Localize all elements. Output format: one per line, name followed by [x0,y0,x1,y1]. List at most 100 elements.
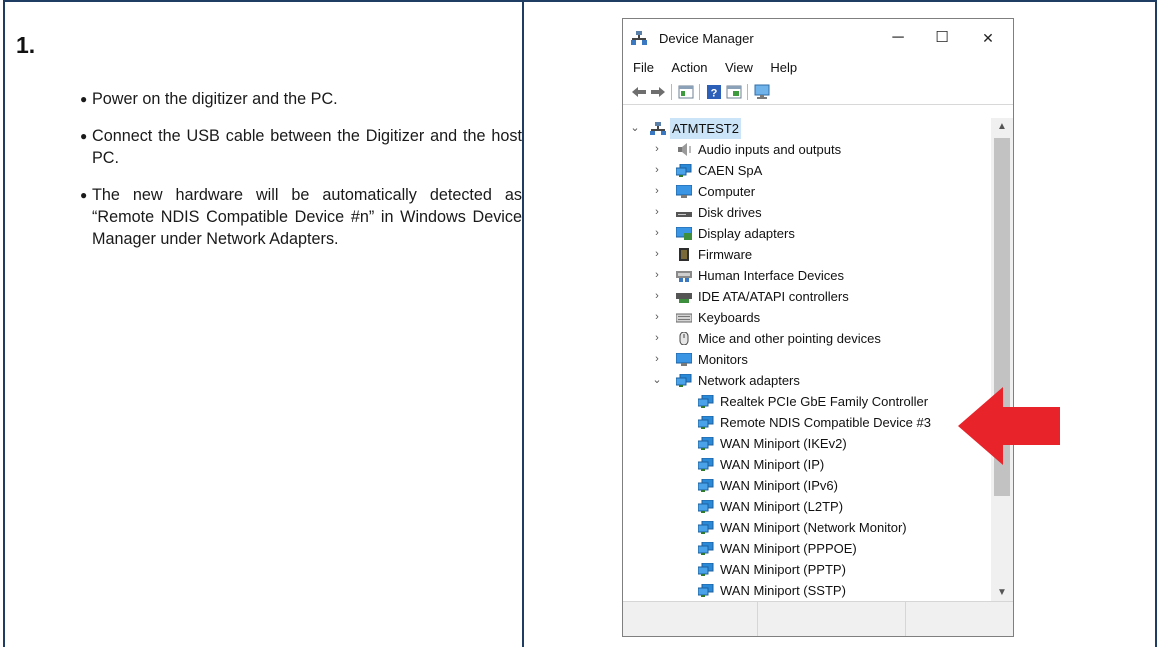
display-adapter-icon [676,227,692,240]
instruction-item: ● Power on the digitizer and the PC. [80,88,522,110]
chevron-right-icon[interactable]: › [652,328,662,349]
network-adapter-icon [698,395,714,408]
network-device-item[interactable]: Realtek PCIe GbE Family Controller [624,391,990,412]
tree-category[interactable]: › CAEN SpA [624,160,990,181]
tree-category[interactable]: › Disk drives [624,202,990,223]
chevron-right-icon[interactable]: › [652,181,662,202]
scan-hardware-icon[interactable] [754,84,770,100]
tree-category-label: Monitors [698,352,748,367]
network-device-item[interactable]: WAN Miniport (IKEv2) [624,433,990,454]
column-divider [522,0,524,647]
svg-text:?: ? [711,88,718,100]
bullet-icon: ● [80,188,88,202]
network-device-label: WAN Miniport (IP) [720,457,825,472]
network-device-item[interactable]: WAN Miniport (SSTP) [624,580,990,601]
tree-category[interactable]: › Firmware [624,244,990,265]
tree-category[interactable]: › IDE ATA/ATAPI controllers [624,286,990,307]
network-adapter-icon [676,164,692,177]
chevron-right-icon[interactable]: › [652,139,662,160]
toolbar-separator [671,84,672,100]
chevron-down-icon[interactable]: ⌄ [630,118,640,139]
menu-action[interactable]: Action [671,57,707,79]
status-pane [758,602,906,636]
step-number: 1. [16,32,36,58]
network-device-item[interactable]: WAN Miniport (IPv6) [624,475,990,496]
instruction-text: Power on the digitizer and the PC. [92,90,338,108]
bullet-icon: ● [80,92,88,106]
tree-category[interactable]: › Computer [624,181,990,202]
chevron-right-icon[interactable]: › [652,223,662,244]
instruction-item: ● Connect the USB cable between the Digit… [80,125,522,169]
network-device-item[interactable]: WAN Miniport (PPPOE) [624,538,990,559]
tree-category[interactable]: › Human Interface Devices [624,265,990,286]
chevron-right-icon[interactable]: › [652,349,662,370]
menu-bar: File Action View Help [623,57,1013,79]
hid-icon [676,271,692,282]
network-device-label: WAN Miniport (IPv6) [720,478,838,493]
tree-category[interactable]: › Display adapters [624,223,990,244]
chevron-right-icon[interactable]: › [652,202,662,223]
device-manager-window: Device Manager ─ ☐ ✕ File Action View He… [622,18,1014,637]
tree-category-label: Network adapters [698,373,800,388]
network-device-label: WAN Miniport (L2TP) [720,499,844,514]
tree-category-label: IDE ATA/ATAPI controllers [698,289,849,304]
network-device-label: Remote NDIS Compatible Device #3 [720,415,931,430]
tree-category-label: Keyboards [698,310,761,325]
tree-category-label: Disk drives [698,205,762,220]
menu-help[interactable]: Help [770,57,797,79]
network-adapter-icon [698,500,714,513]
chevron-right-icon[interactable]: › [652,286,662,307]
chevron-right-icon[interactable]: › [652,160,662,181]
tree-category-label: Mice and other pointing devices [698,331,881,346]
tree-category[interactable]: › Monitors [624,349,990,370]
back-arrow-icon[interactable] [631,84,647,100]
chevron-down-icon[interactable]: ⌄ [652,370,662,391]
network-device-item[interactable]: WAN Miniport (Network Monitor) [624,517,990,538]
scroll-up-icon[interactable]: ▲ [991,118,1013,136]
properties-icon[interactable] [678,84,694,100]
tree-category-expanded[interactable]: ⌄ Network adapters [624,370,990,391]
instruction-item: ● The new hardware will be automatically … [80,184,522,250]
chevron-right-icon[interactable]: › [652,244,662,265]
network-device-label: WAN Miniport (PPPOE) [720,541,857,556]
network-device-item[interactable]: WAN Miniport (L2TP) [624,496,990,517]
toolbar-separator [699,84,700,100]
network-device-item[interactable]: WAN Miniport (PPTP) [624,559,990,580]
network-device-item[interactable]: WAN Miniport (IP) [624,454,990,475]
instruction-list: ● Power on the digitizer and the PC. ● Con… [80,88,522,265]
disk-drive-icon [676,212,692,217]
monitor-icon [676,353,692,366]
tree-category[interactable]: › Audio inputs and outputs [624,139,990,160]
network-device-item[interactable]: Remote NDIS Compatible Device #3 [624,412,990,433]
chevron-right-icon[interactable]: › [652,265,662,286]
forward-arrow-icon[interactable] [650,84,666,100]
vertical-scrollbar[interactable]: ▲ ▼ [991,118,1013,602]
status-bar [623,601,1013,636]
toolbar-separator [747,84,748,100]
chevron-right-icon[interactable]: › [652,307,662,328]
network-device-label: Realtek PCIe GbE Family Controller [720,394,929,409]
tree-category[interactable]: › Mice and other pointing devices [624,328,990,349]
tree-category-label: Audio inputs and outputs [698,142,842,157]
scroll-down-icon[interactable]: ▼ [991,584,1013,602]
window-title: Device Manager [659,31,754,46]
tree-category[interactable]: › Keyboards [624,307,990,328]
instruction-text: Connect the USB cable between the Digiti… [92,127,522,167]
ide-controller-icon [676,293,692,303]
tree-root[interactable]: ⌄ ATMTEST2 [624,118,990,139]
help-icon[interactable]: ? [706,84,722,100]
network-adapter-icon [698,479,714,492]
red-arrow-icon [958,387,1060,465]
close-button[interactable]: ✕ [969,25,1007,51]
maximize-button[interactable]: ☐ [923,25,961,51]
title-bar[interactable]: Device Manager ─ ☐ ✕ [623,19,1013,57]
update-driver-icon[interactable] [726,84,742,100]
device-tree: ⌄ ATMTEST2 › Audio inputs and outputs › … [624,118,990,602]
firmware-icon [679,248,689,261]
menu-view[interactable]: View [725,57,753,79]
network-adapter-icon [698,563,714,576]
minimize-button[interactable]: ─ [879,25,917,51]
computer-network-icon [650,122,666,135]
network-adapter-icon [698,521,714,534]
menu-file[interactable]: File [633,57,654,79]
